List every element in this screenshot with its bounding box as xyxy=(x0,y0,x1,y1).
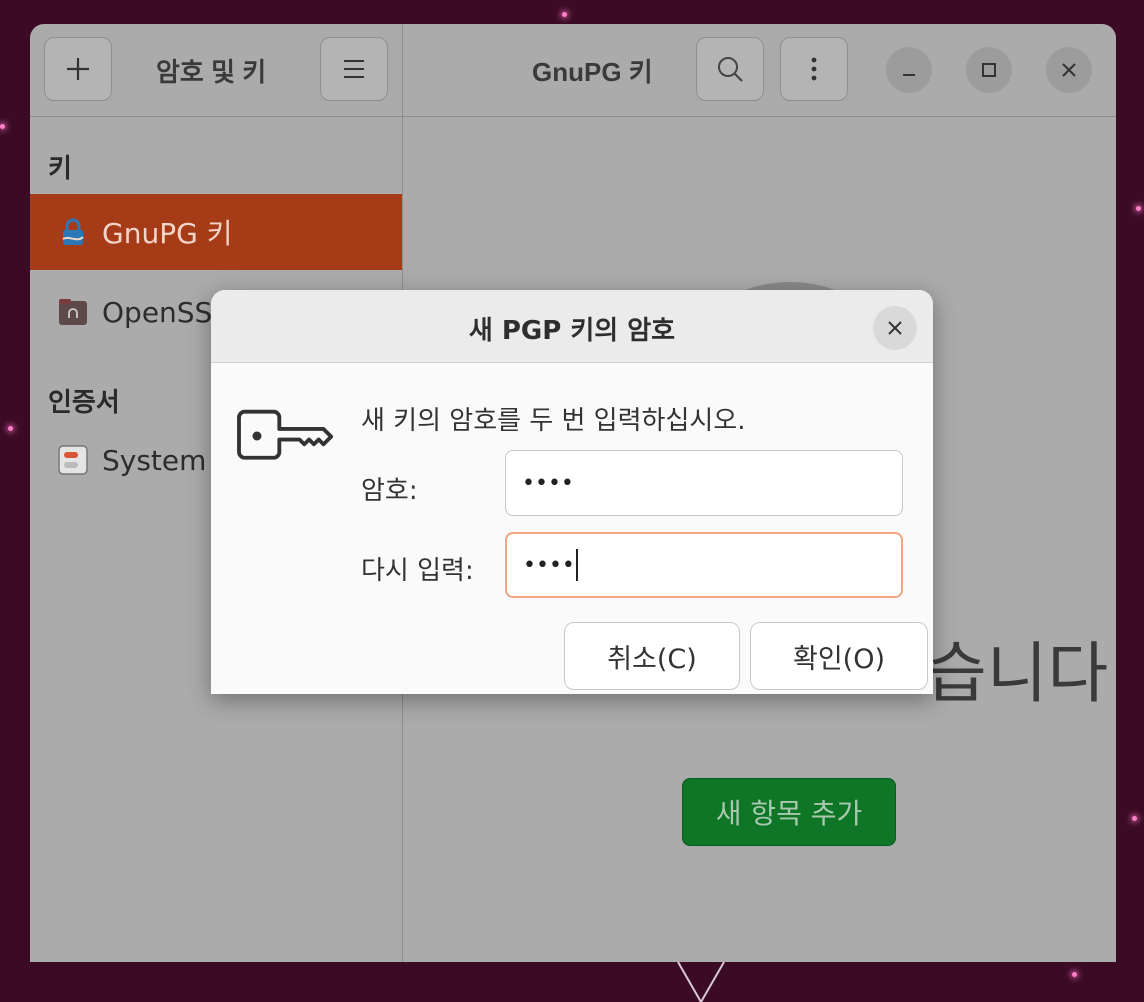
close-icon xyxy=(1062,63,1076,77)
confirm-password-field[interactable]: •••• xyxy=(505,532,903,598)
empty-state-text: 습니다 xyxy=(926,635,1109,712)
header-divider xyxy=(30,116,1116,117)
dialog-title: 새 PGP 키의 암호 xyxy=(468,316,676,346)
password-value: •••• xyxy=(522,470,574,496)
hamburger-icon xyxy=(344,60,364,78)
search-icon xyxy=(718,57,743,82)
instruction-text: 새 키의 암호를 두 번 입력하십시오. xyxy=(361,406,746,436)
plus-icon xyxy=(67,58,89,80)
dialog-close-button[interactable] xyxy=(873,306,917,350)
dialog-header: 새 PGP 키의 암호 xyxy=(211,290,933,363)
close-window-button[interactable] xyxy=(1046,47,1092,93)
search-button[interactable] xyxy=(696,37,764,101)
certificates-section-heading: 인증서 xyxy=(48,388,120,418)
more-options-button[interactable] xyxy=(780,37,848,101)
text-cursor xyxy=(575,549,578,581)
background-star xyxy=(1136,206,1141,211)
add-new-item-button[interactable]: 새 항목 추가 xyxy=(682,778,896,846)
background-star xyxy=(1072,972,1077,977)
confirm-password-label: 다시 입력: xyxy=(361,556,474,586)
background-star xyxy=(0,124,5,129)
new-pgp-passphrase-dialog: 새 PGP 키의 암호 새 키의 암호를 두 번 입력하십시오. 암호: •••… xyxy=(211,290,933,694)
sidebar-title: 암호 및 키 xyxy=(156,57,267,87)
main-title: GnuPG 키 xyxy=(532,57,653,87)
minimize-button[interactable] xyxy=(886,47,932,93)
system-trust-icon xyxy=(58,445,88,475)
background-star xyxy=(562,12,567,17)
cancel-button[interactable]: 취소(C) xyxy=(564,622,740,690)
close-icon xyxy=(888,321,902,335)
vertical-dots-icon xyxy=(811,57,817,81)
gnupg-key-icon xyxy=(58,217,88,247)
new-item-button[interactable] xyxy=(44,37,112,101)
background-star xyxy=(1132,816,1137,821)
background-star xyxy=(8,426,13,431)
sidebar-item-label: GnuPG 키 xyxy=(102,217,233,250)
minimize-icon xyxy=(903,74,915,76)
password-label: 암호: xyxy=(361,476,418,506)
main-menu-button[interactable] xyxy=(320,37,388,101)
ssh-folder-icon xyxy=(58,297,88,327)
key-icon xyxy=(237,409,334,460)
ok-button[interactable]: 확인(O) xyxy=(750,622,928,690)
confirm-password-value: •••• xyxy=(523,552,575,578)
maximize-icon xyxy=(982,63,996,77)
password-field[interactable]: •••• xyxy=(505,450,903,516)
background-light-spike xyxy=(677,962,725,1002)
maximize-button[interactable] xyxy=(966,47,1012,93)
keys-section-heading: 키 xyxy=(48,154,72,184)
sidebar-item-gnupg[interactable]: GnuPG 키 xyxy=(30,194,402,270)
